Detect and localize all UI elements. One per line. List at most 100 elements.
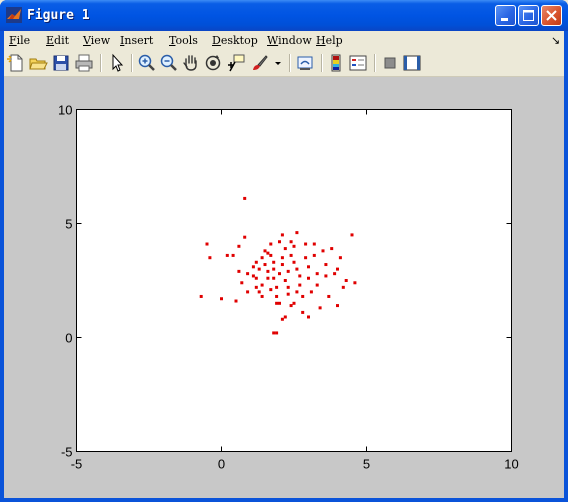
data-point — [312, 253, 316, 257]
data-point — [301, 310, 305, 314]
data-point — [225, 253, 229, 257]
data-point — [205, 242, 209, 246]
data-point — [280, 233, 284, 237]
data-point — [312, 242, 316, 246]
data-point — [275, 294, 279, 298]
data-point — [333, 272, 337, 276]
y-tick-label: -5 — [61, 445, 73, 460]
data-point — [263, 263, 267, 267]
data-point — [272, 276, 276, 280]
data-point — [324, 263, 328, 267]
data-point — [240, 281, 244, 285]
data-point — [251, 265, 255, 269]
figure-window: Figure 1 File Edit View Insert Tools Des… — [0, 0, 568, 502]
data-point — [292, 244, 296, 248]
y-tick-label: 10 — [58, 103, 72, 118]
data-point — [324, 274, 328, 278]
x-tick-label: 0 — [218, 457, 225, 472]
data-point — [257, 267, 261, 271]
data-point — [272, 331, 276, 335]
data-point — [246, 272, 250, 276]
data-point — [260, 283, 264, 287]
x-tick-label: 10 — [504, 457, 518, 472]
data-point — [307, 276, 310, 280]
data-point — [208, 256, 212, 260]
data-point — [243, 196, 247, 200]
data-point — [199, 294, 203, 298]
data-point — [338, 256, 342, 260]
data-point — [298, 283, 302, 287]
data-point — [289, 304, 293, 308]
data-point — [237, 269, 241, 273]
data-point — [263, 249, 267, 253]
data-point — [260, 256, 264, 260]
data-point — [266, 251, 270, 255]
data-point — [266, 269, 270, 273]
data-point — [315, 272, 319, 276]
data-point — [260, 294, 264, 298]
data-point — [307, 315, 310, 319]
data-point — [283, 247, 287, 251]
data-point — [336, 267, 339, 271]
data-point — [275, 285, 279, 289]
data-point — [327, 294, 331, 298]
data-point — [243, 235, 247, 239]
data-point — [269, 253, 273, 257]
data-point — [278, 272, 281, 276]
data-point — [286, 285, 290, 289]
data-point — [220, 297, 223, 301]
data-point — [237, 244, 241, 248]
data-point — [330, 247, 334, 251]
data-point — [336, 304, 339, 308]
data-point — [280, 263, 284, 267]
data-point — [304, 242, 308, 246]
data-point — [257, 290, 261, 294]
figure-canvas[interactable]: -5 0 5 10 -5 0 5 10 — [4, 77, 564, 498]
data-point — [286, 269, 290, 273]
window-client-area: File Edit View Insert Tools Desktop Wind… — [4, 31, 564, 498]
data-point — [318, 306, 322, 310]
data-point — [286, 292, 290, 296]
data-point — [304, 256, 308, 260]
data-point — [298, 274, 302, 278]
axes-background — [76, 109, 512, 452]
data-point — [350, 233, 354, 237]
data-point — [295, 231, 299, 235]
data-point — [254, 276, 258, 280]
data-point — [341, 285, 345, 289]
data-point — [283, 315, 287, 319]
data-point — [231, 253, 235, 257]
y-tick-label: 0 — [65, 331, 72, 346]
data-point — [266, 276, 270, 280]
data-point — [309, 290, 313, 294]
scatter-plot[interactable]: -5 0 5 10-50510 — [0, 0, 568, 502]
data-point — [315, 283, 319, 287]
data-point — [246, 290, 250, 294]
y-tick-label: 5 — [65, 217, 72, 232]
data-point — [292, 260, 296, 264]
x-tick-label: 5 — [363, 457, 370, 472]
data-point — [275, 331, 279, 335]
data-point — [272, 267, 276, 271]
data-point — [295, 267, 299, 271]
data-point — [344, 279, 348, 282]
data-point — [254, 260, 258, 264]
data-point — [280, 317, 284, 321]
data-point — [278, 301, 281, 305]
data-point — [295, 290, 299, 294]
data-point — [353, 281, 357, 285]
data-point — [289, 240, 293, 244]
data-point — [321, 249, 325, 253]
data-point — [275, 301, 279, 305]
data-point — [289, 253, 293, 257]
data-point — [269, 288, 273, 292]
data-point — [269, 242, 273, 246]
data-point — [272, 260, 276, 264]
data-point — [278, 240, 281, 244]
data-point — [280, 256, 284, 260]
data-point — [292, 301, 296, 305]
data-point — [283, 279, 287, 282]
data-point — [234, 299, 238, 303]
data-point — [307, 265, 310, 269]
data-point — [251, 274, 255, 278]
